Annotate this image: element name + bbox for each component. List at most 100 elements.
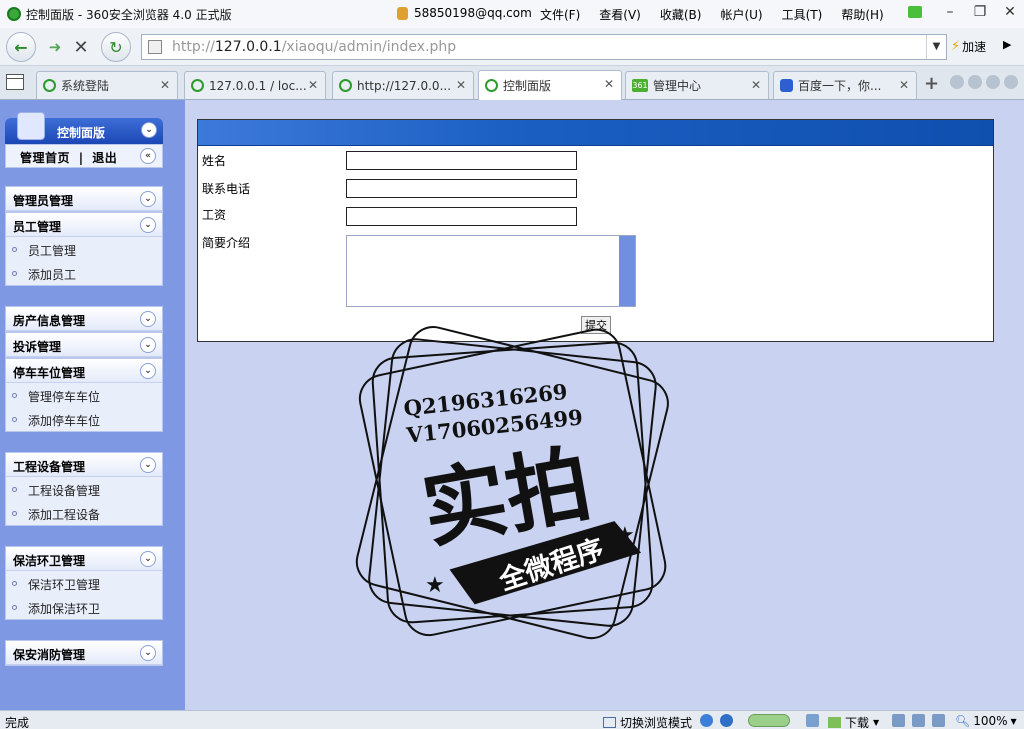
sidebar-item-equipment-manage[interactable]: 工程设备管理: [6, 477, 162, 501]
minimize-icon[interactable]: –: [942, 4, 958, 20]
url-text[interactable]: http://127.0.0.1/xiaoqu/admin/index.php: [172, 39, 456, 55]
new-tab-plus-icon[interactable]: +: [924, 73, 939, 94]
magnifier-icon: 🔍︎: [955, 714, 971, 728]
tab-scroll-right-icon[interactable]: [968, 75, 982, 89]
ie-page-icon: [191, 79, 204, 92]
chevron-down-icon[interactable]: ⌄: [140, 645, 156, 661]
tab-close-icon[interactable]: ✕: [751, 78, 761, 92]
sidebar-item-parking-manage[interactable]: 管理停车车位: [6, 383, 162, 407]
window-icon[interactable]: [912, 714, 925, 727]
chevron-down-icon[interactable]: ⌄: [140, 311, 156, 327]
back-button[interactable]: ←: [6, 32, 36, 62]
salary-input[interactable]: [346, 207, 577, 226]
collapse-left-icon[interactable]: «: [140, 148, 156, 164]
tab-close-icon[interactable]: ✕: [308, 78, 318, 92]
print-icon[interactable]: [892, 714, 905, 727]
group-header[interactable]: 投诉管理 ⌄: [6, 333, 162, 357]
tab-list-icon[interactable]: [986, 75, 1000, 89]
add-cleaning-form: 姓名 联系电话 工资 简要介绍 提交: [197, 119, 994, 342]
tab-close-icon[interactable]: ✕: [160, 78, 170, 92]
tab-close-icon[interactable]: ✕: [456, 78, 466, 92]
sidebar-item-cleaning-add[interactable]: 添加保洁环卫: [6, 595, 162, 619]
watermark-line1: Q2196316269: [402, 379, 568, 421]
account-info[interactable]: 58850198@qq.com: [397, 6, 532, 20]
group-header[interactable]: 房产信息管理 ⌄: [6, 307, 162, 331]
baidu-paw-icon: [780, 79, 793, 92]
sidebar-item-staff-add[interactable]: 添加员工: [6, 261, 162, 285]
control-panel-header: 控制面版 ⌄: [5, 112, 163, 144]
watermark-star-icon: ★: [615, 523, 635, 548]
tab-http-local[interactable]: http://127.0.0... ✕: [332, 71, 474, 99]
group-header[interactable]: 管理员管理 ⌄: [6, 187, 162, 211]
phone-input[interactable]: [346, 179, 577, 198]
menu-tools[interactable]: 工具(T): [782, 6, 823, 23]
screenshot-icon[interactable]: [806, 714, 819, 727]
group-header[interactable]: 工程设备管理 ⌄: [6, 453, 162, 477]
stop-button[interactable]: ✕: [66, 32, 96, 62]
tab-system-login[interactable]: 系统登陆 ✕: [36, 71, 178, 99]
arrow-right-icon: ➜: [48, 38, 62, 56]
chevron-down-icon[interactable]: ⌄: [140, 217, 156, 233]
name-input[interactable]: [346, 151, 577, 170]
skin-shirt-icon[interactable]: [908, 6, 922, 18]
sidebar-toggle-icon[interactable]: [6, 74, 24, 90]
download-button[interactable]: 下载 ▼: [828, 714, 879, 729]
expand-right-icon[interactable]: ▶: [1003, 38, 1011, 51]
chevron-down-icon[interactable]: ⌄: [140, 551, 156, 567]
bullet-icon: [12, 417, 17, 422]
browse-mode-icon: [603, 717, 616, 728]
chevron-down-icon[interactable]: ⌄: [140, 363, 156, 379]
accelerate-button[interactable]: ⚡ 加速: [951, 38, 986, 55]
intro-label: 简要介绍: [202, 236, 251, 250]
refresh-icon: ↻: [109, 37, 123, 57]
bullet-icon: [12, 393, 17, 398]
chevron-down-icon[interactable]: ⌄: [140, 337, 156, 353]
sidebar-item-staff-manage[interactable]: 员工管理: [6, 237, 162, 261]
address-bar[interactable]: http://127.0.0.1/xiaoqu/admin/index.php …: [141, 34, 947, 60]
control-panel-logo-icon: [17, 112, 45, 140]
sidebar: 控制面版 ⌄ 管理首页 | 退出 « 管理员管理 ⌄ 员工管理 ⌄ 员工管理 添加员…: [0, 100, 185, 710]
traffic-toggle-icon[interactable]: [748, 714, 790, 727]
tab-control-panel[interactable]: 控制面版 ✕: [478, 70, 622, 100]
globe-icon[interactable]: [720, 714, 733, 727]
tab-management-center[interactable]: 361 管理中心 ✕: [625, 71, 769, 99]
menu-file[interactable]: 文件(F): [540, 6, 580, 23]
group-header[interactable]: 保洁环卫管理 ⌄: [6, 547, 162, 571]
logout-link[interactable]: 退出: [92, 151, 117, 165]
ie-engine-icon[interactable]: [700, 714, 713, 727]
group-header[interactable]: 保安消防管理 ⌄: [6, 641, 162, 665]
address-dropdown-icon[interactable]: ▼: [926, 35, 946, 59]
home-link[interactable]: 管理首页: [20, 151, 70, 165]
speaker-icon[interactable]: [932, 714, 945, 727]
group-header[interactable]: 员工管理 ⌄: [6, 213, 162, 237]
chevron-down-icon[interactable]: ⌄: [140, 457, 156, 473]
chevron-down-icon[interactable]: ⌄: [140, 191, 156, 207]
menu-help[interactable]: 帮助(H): [841, 6, 883, 23]
tab-close-icon[interactable]: ✕: [604, 77, 614, 91]
menu-favorites[interactable]: 收藏(B): [660, 6, 702, 23]
name-label: 姓名: [202, 154, 227, 168]
menu-account[interactable]: 帐户(U): [720, 6, 762, 23]
tab-localhost[interactable]: 127.0.0.1 / loc... ✕: [184, 71, 326, 99]
user-lock-icon: [397, 6, 408, 20]
reload-button[interactable]: ↻: [101, 32, 131, 62]
tab-close-icon[interactable]: ✕: [899, 78, 909, 92]
restore-icon[interactable]: ❐: [972, 4, 988, 20]
tab-baidu[interactable]: 百度一下，你... ✕: [773, 71, 917, 99]
tab-scroll-left-icon[interactable]: [950, 75, 964, 89]
sidebar-item-cleaning-manage[interactable]: 保洁环卫管理: [6, 571, 162, 595]
watermark-ribbon: 全微程序: [494, 533, 608, 597]
intro-textarea[interactable]: [346, 235, 636, 307]
zoom-control[interactable]: 🔍︎ 100% ▼: [955, 714, 1017, 728]
sidebar-item-equipment-add[interactable]: 添加工程设备: [6, 501, 162, 525]
chevron-down-icon[interactable]: ⌄: [141, 122, 157, 138]
menu-view[interactable]: 查看(V): [599, 6, 641, 23]
submit-button[interactable]: 提交: [581, 316, 611, 334]
window-controls: – ❐ ✕: [942, 4, 1018, 20]
close-all-tabs-icon[interactable]: [1004, 75, 1018, 89]
group-header[interactable]: 停车车位管理 ⌄: [6, 359, 162, 383]
close-window-icon[interactable]: ✕: [1002, 4, 1018, 20]
sidebar-item-parking-add[interactable]: 添加停车车位: [6, 407, 162, 431]
control-panel-links: 管理首页 | 退出 «: [5, 144, 163, 168]
browse-mode-toggle[interactable]: 切换浏览模式: [603, 714, 692, 729]
